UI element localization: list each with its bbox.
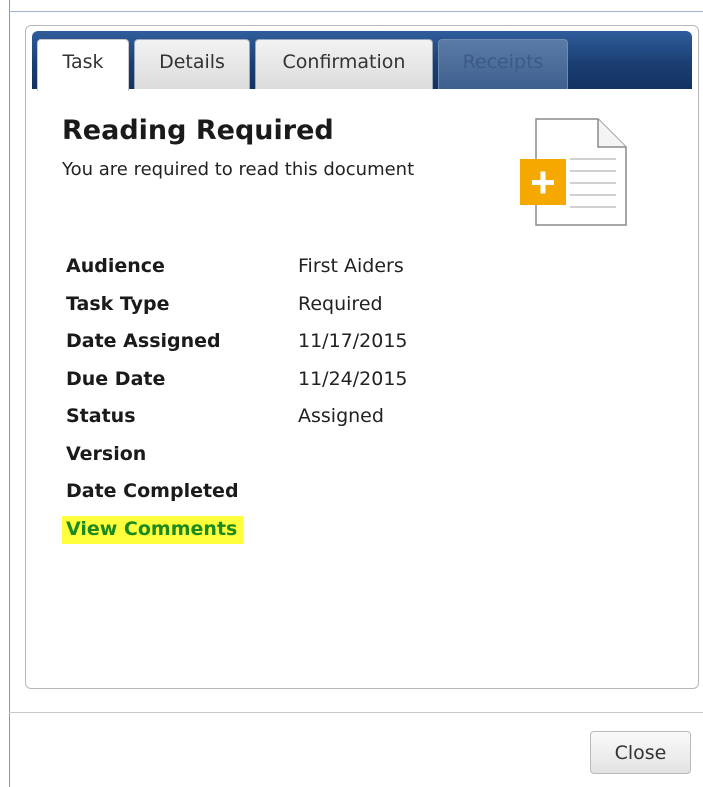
dialog-top-border [9,11,703,12]
field-value: 11/17/2015 [298,330,408,352]
field-label: Date Completed [66,480,239,502]
page-title: Reading Required [62,115,334,146]
field-value: Required [298,292,383,315]
tab-details[interactable]: Details [134,39,250,89]
field-label: Audience [66,255,165,277]
view-comments-link[interactable]: View Comments [62,515,244,544]
field-label: Status [66,405,136,427]
field-value: First Aiders [298,255,404,277]
field-label: Date Assigned [66,330,221,352]
task-panel: Task Details Confirmation Receipts Readi… [25,25,699,689]
close-button[interactable]: Close [590,731,691,774]
field-label: Version [66,442,147,465]
field-label: Task Type [66,292,170,315]
field-value: Assigned [298,405,384,427]
tab-bar: Task Details Confirmation Receipts [32,31,692,91]
tab-task[interactable]: Task [37,39,129,91]
tab-receipts: Receipts [438,39,568,89]
dialog-border [9,0,10,787]
tab-confirmation[interactable]: Confirmation [255,39,433,89]
field-label: Due Date [66,367,166,390]
task-subtitle: You are required to read this document [62,159,415,180]
footer-divider [9,712,703,713]
document-add-icon [520,118,627,226]
field-value: 11/24/2015 [298,367,408,390]
